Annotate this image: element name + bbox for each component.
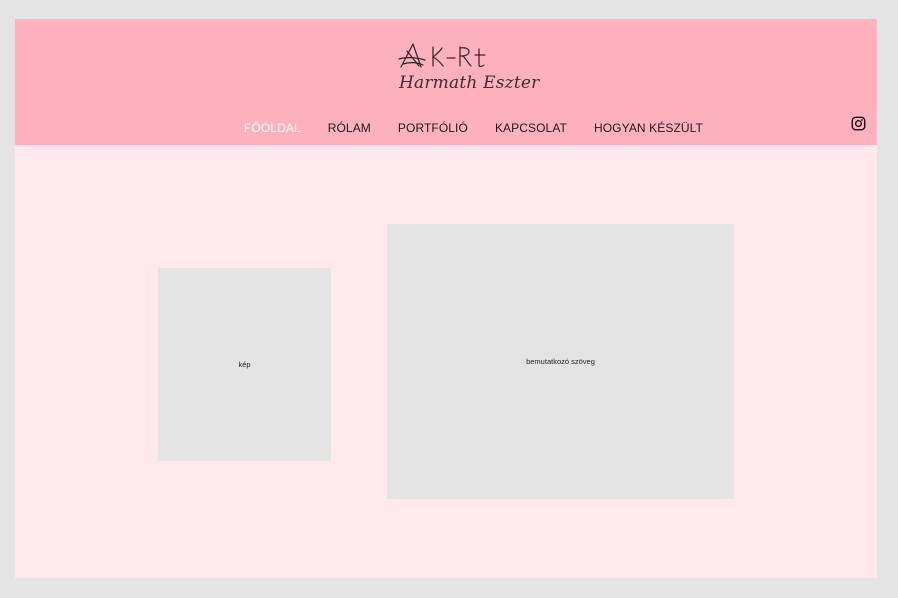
intro-text-placeholder: bemutatkozó szöveg xyxy=(387,224,734,499)
nav-item-fooldal[interactable]: FŐOLDAL xyxy=(244,121,301,135)
instagram-icon[interactable] xyxy=(851,116,866,131)
nav-item-hogyan-keszult[interactable]: HOGYAN KÉSZÜLT xyxy=(594,121,703,135)
intro-text-label: bemutatkozó szöveg xyxy=(526,357,595,366)
logo-mark xyxy=(398,43,486,68)
logo-subtitle: Harmath Eszter xyxy=(399,73,540,93)
nav-item-rolam[interactable]: RÓLAM xyxy=(328,121,371,135)
image-placeholder-label: kép xyxy=(238,360,251,369)
site-header: Harmath Eszter FŐOLDAL RÓLAM PORTFÓLIÓ K… xyxy=(15,19,877,145)
site-logo[interactable]: Harmath Eszter xyxy=(391,39,540,97)
page-frame: Harmath Eszter FŐOLDAL RÓLAM PORTFÓLIÓ K… xyxy=(15,19,877,578)
image-placeholder: kép xyxy=(158,268,331,461)
nav-item-portfolio[interactable]: PORTFÓLIÓ xyxy=(398,121,468,135)
main-nav: FŐOLDAL RÓLAM PORTFÓLIÓ KAPCSOLAT HOGYAN… xyxy=(244,119,703,137)
nav-item-kapcsolat[interactable]: KAPCSOLAT xyxy=(495,121,567,135)
